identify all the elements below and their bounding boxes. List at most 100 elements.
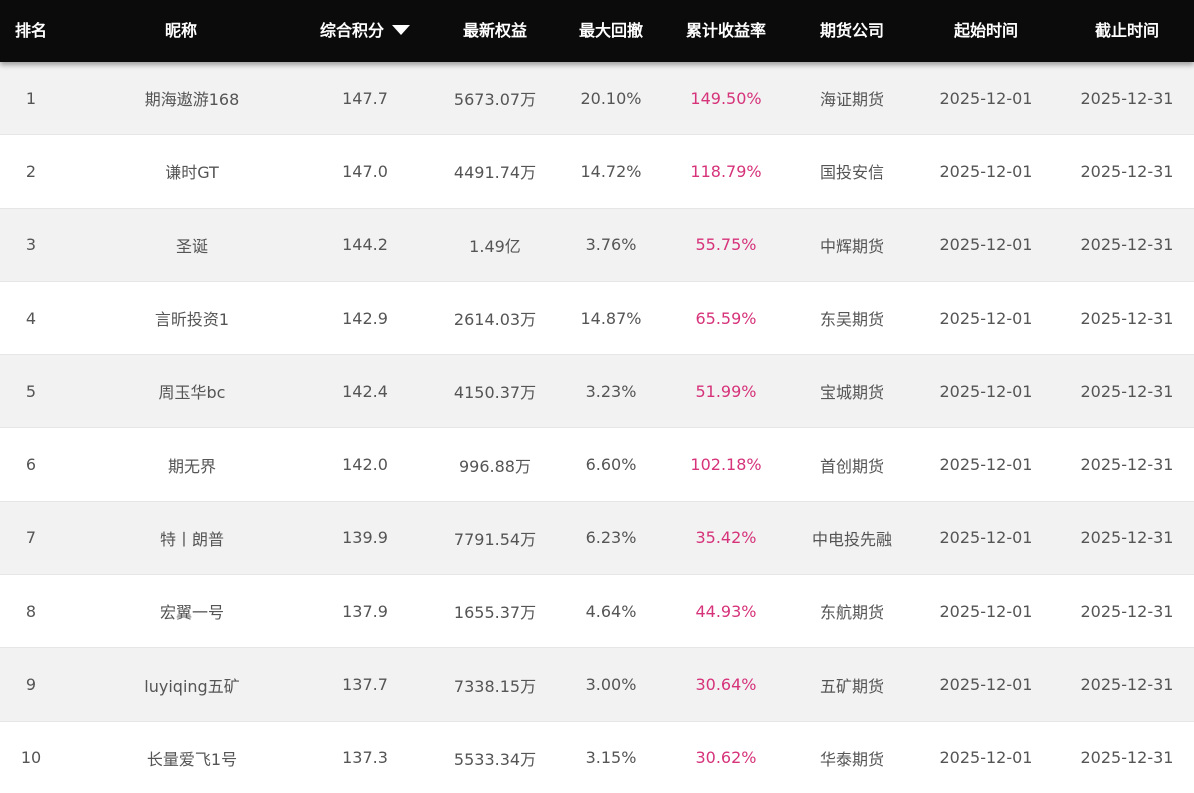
equity-cell: 7338.15万 bbox=[453, 676, 537, 696]
drawdown-cell: 6.60% bbox=[585, 455, 637, 475]
nickname-cell[interactable]: luyiqing五矿 bbox=[82, 648, 302, 720]
score-cell: 144.2 bbox=[342, 235, 388, 255]
drawdown-cell: 3.76% bbox=[585, 235, 637, 255]
end-time-cell: 2025-12-31 bbox=[1080, 748, 1174, 768]
nickname-cell[interactable]: 期无界 bbox=[82, 428, 302, 500]
return-cell: 65.59% bbox=[695, 308, 757, 328]
rank-cell: 8 bbox=[25, 601, 37, 621]
column-header-end-time[interactable]: 截止时间 bbox=[1054, 0, 1194, 62]
end-time-cell: 2025-12-31 bbox=[1080, 528, 1174, 548]
column-header-score[interactable]: 综合积分 bbox=[296, 0, 434, 62]
return-cell: 30.64% bbox=[695, 675, 757, 695]
end-time-cell: 2025-12-31 bbox=[1080, 455, 1174, 475]
caret-down-icon bbox=[392, 25, 410, 35]
column-header-start-time[interactable]: 起始时间 bbox=[918, 0, 1054, 62]
start-time-cell: 2025-12-01 bbox=[939, 675, 1033, 695]
drawdown-cell: 14.87% bbox=[580, 308, 642, 328]
table-row[interactable]: 8 宏翼一号 137.9 1655.37万 4.64% 44.93% 东航期货 2025-12… bbox=[0, 575, 1194, 649]
table-body: 1 期海遨游168 147.7 5673.07万 20.10% 149.50% 海证期货 20… bbox=[0, 62, 1194, 793]
equity-cell: 996.88万 bbox=[459, 456, 531, 476]
company-cell: 首创期货 bbox=[819, 456, 884, 476]
column-header-company[interactable]: 期货公司 bbox=[786, 0, 918, 62]
table-row[interactable]: 7 特丨朗普 139.9 7791.54万 6.23% 35.42% 中电投先融 2025-1… bbox=[0, 501, 1194, 576]
score-cell: 147.0 bbox=[342, 161, 388, 181]
nickname-cell[interactable]: 特丨朗普 bbox=[82, 502, 302, 574]
table-row[interactable]: 2 谦时GT 147.0 4491.74万 14.72% 118.79% 国投安信 2025-… bbox=[0, 135, 1194, 209]
column-header-return[interactable]: 累计收益率 bbox=[666, 0, 786, 62]
table-row[interactable]: 5 周玉华bc 142.4 4150.37万 3.23% 51.99% 宝城期货 2025-1… bbox=[0, 355, 1194, 429]
nickname-cell[interactable]: 期海遨游168 bbox=[82, 62, 302, 134]
column-header-equity[interactable]: 最新权益 bbox=[434, 0, 556, 62]
column-header-drawdown[interactable]: 最大回撤 bbox=[556, 0, 666, 62]
drawdown-cell: 14.72% bbox=[580, 161, 642, 181]
company-cell: 东吴期货 bbox=[819, 310, 884, 330]
drawdown-cell: 3.23% bbox=[585, 381, 637, 401]
rank-cell: 1 bbox=[25, 88, 37, 108]
company-cell: 国投安信 bbox=[819, 163, 884, 183]
score-cell: 137.3 bbox=[342, 748, 388, 768]
score-cell: 137.9 bbox=[342, 601, 388, 621]
equity-cell: 7791.54万 bbox=[453, 529, 537, 549]
start-time-cell: 2025-12-01 bbox=[939, 381, 1033, 401]
start-time-cell: 2025-12-01 bbox=[939, 455, 1033, 475]
end-time-cell: 2025-12-31 bbox=[1080, 601, 1174, 621]
nickname-cell[interactable]: 谦时GT bbox=[82, 135, 302, 207]
start-time-cell: 2025-12-01 bbox=[939, 161, 1033, 181]
nickname-cell[interactable]: 圣诞 bbox=[82, 209, 302, 281]
column-header-nickname[interactable]: 昵称 bbox=[82, 0, 280, 62]
return-cell: 35.42% bbox=[695, 528, 757, 548]
column-header-rank[interactable]: 排名 bbox=[0, 0, 62, 62]
score-cell: 142.9 bbox=[342, 308, 388, 328]
end-time-cell: 2025-12-31 bbox=[1080, 381, 1174, 401]
end-time-cell: 2025-12-31 bbox=[1080, 235, 1174, 255]
nickname-cell[interactable]: 言昕投资1 bbox=[82, 282, 302, 354]
rank-cell: 3 bbox=[25, 235, 37, 255]
rank-cell: 10 bbox=[20, 748, 42, 768]
end-time-cell: 2025-12-31 bbox=[1080, 675, 1174, 695]
table-header: 排名 昵称 综合积分 最新权益 最大回撤 累计收益率 期货公司 起始时间 截止时… bbox=[0, 0, 1194, 62]
return-cell: 55.75% bbox=[695, 235, 757, 255]
score-cell: 142.0 bbox=[342, 455, 388, 475]
rank-cell: 6 bbox=[25, 455, 37, 475]
score-cell: 137.7 bbox=[342, 675, 388, 695]
score-cell: 139.9 bbox=[342, 528, 388, 548]
drawdown-cell: 20.10% bbox=[580, 88, 642, 108]
return-cell: 149.50% bbox=[690, 88, 762, 108]
score-cell: 142.4 bbox=[342, 381, 388, 401]
start-time-cell: 2025-12-01 bbox=[939, 235, 1033, 255]
table-row[interactable]: 6 期无界 142.0 996.88万 6.60% 102.18% 首创期货 2025-12-… bbox=[0, 428, 1194, 502]
score-cell: 147.7 bbox=[342, 88, 388, 108]
rank-cell: 5 bbox=[25, 381, 37, 401]
company-cell: 中电投先融 bbox=[811, 529, 892, 549]
rank-cell: 7 bbox=[25, 528, 37, 548]
table-row[interactable]: 9 luyiqing五矿 137.7 7338.15万 3.00% 30.64% 五矿期货 2… bbox=[0, 648, 1194, 722]
table-row[interactable]: 3 圣诞 144.2 1.49亿 3.76% 55.75% 中辉期货 2025-12-01 20… bbox=[0, 208, 1194, 282]
drawdown-cell: 3.15% bbox=[585, 748, 637, 768]
rank-cell: 4 bbox=[25, 308, 37, 328]
nickname-cell[interactable]: 宏翼一号 bbox=[82, 575, 302, 647]
end-time-cell: 2025-12-31 bbox=[1080, 308, 1174, 328]
table-row[interactable]: 10 长量爱飞1号 137.3 5533.34万 3.15% 30.62% 华泰期货 2025… bbox=[0, 721, 1194, 793]
company-cell: 五矿期货 bbox=[819, 676, 884, 696]
table-row[interactable]: 4 言昕投资1 142.9 2614.03万 14.87% 65.59% 东吴期货 2025-… bbox=[0, 281, 1194, 356]
return-cell: 118.79% bbox=[690, 161, 762, 181]
nickname-cell[interactable]: 周玉华bc bbox=[82, 355, 302, 427]
end-time-cell: 2025-12-31 bbox=[1080, 161, 1174, 181]
start-time-cell: 2025-12-01 bbox=[939, 601, 1033, 621]
equity-cell: 5533.34万 bbox=[453, 749, 537, 769]
rank-cell: 2 bbox=[25, 161, 37, 181]
equity-cell: 4150.37万 bbox=[453, 383, 537, 403]
company-cell: 宝城期货 bbox=[819, 383, 884, 403]
company-cell: 华泰期货 bbox=[819, 749, 884, 769]
company-cell: 中辉期货 bbox=[819, 236, 884, 256]
drawdown-cell: 3.00% bbox=[585, 675, 637, 695]
table-row[interactable]: 1 期海遨游168 147.7 5673.07万 20.10% 149.50% 海证期货 20… bbox=[0, 62, 1194, 136]
equity-cell: 2614.03万 bbox=[453, 310, 537, 330]
start-time-cell: 2025-12-01 bbox=[939, 528, 1033, 548]
start-time-cell: 2025-12-01 bbox=[939, 748, 1033, 768]
equity-cell: 4491.74万 bbox=[453, 163, 537, 183]
column-header-score-label: 综合积分 bbox=[319, 21, 384, 40]
return-cell: 44.93% bbox=[695, 601, 757, 621]
nickname-cell[interactable]: 长量爱飞1号 bbox=[82, 722, 302, 793]
company-cell: 海证期货 bbox=[819, 90, 884, 110]
